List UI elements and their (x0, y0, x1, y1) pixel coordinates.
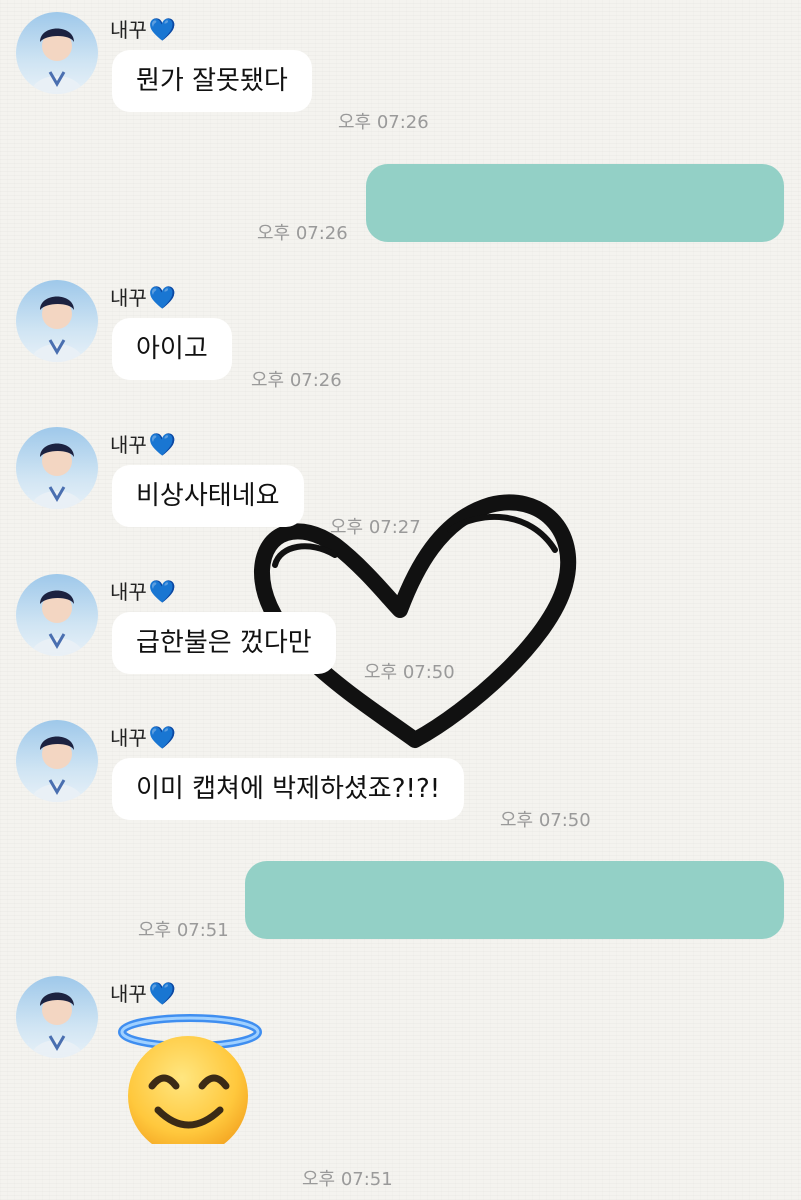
sender-name: 내꾸💙 (110, 982, 177, 1007)
blue-heart-icon: 💙 (148, 433, 177, 458)
message-bubble[interactable]: 아이고 (112, 318, 232, 380)
message-received-1: 내꾸💙 뭔가 잘못됐다 오후 07:26 (0, 0, 801, 140)
message-received-5: 내꾸💙 급한불은 껐다만 오후 07:50 (0, 562, 801, 692)
blue-heart-icon: 💙 (148, 982, 177, 1007)
avatar[interactable] (16, 427, 98, 509)
blue-heart-icon: 💙 (148, 580, 177, 605)
message-bubble[interactable]: 비상사태네요 (112, 465, 304, 527)
smiling-face-with-halo-icon[interactable] (116, 1014, 264, 1144)
sent-message-bubble[interactable] (366, 164, 784, 242)
sender-name: 내꾸💙 (110, 580, 177, 605)
message-timestamp: 오후 07:26 (338, 112, 429, 133)
message-bubble[interactable]: 이미 캡쳐에 박제하셨죠?!?! (112, 758, 465, 820)
blue-heart-icon: 💙 (148, 726, 177, 751)
avatar[interactable] (16, 574, 98, 656)
avatar[interactable] (16, 720, 98, 802)
blue-heart-icon: 💙 (148, 18, 177, 43)
message-timestamp: 오후 07:50 (500, 810, 591, 831)
avatar[interactable] (16, 280, 98, 362)
blue-heart-icon: 💙 (148, 286, 177, 311)
message-bubble[interactable]: 뭔가 잘못됐다 (112, 50, 312, 112)
avatar[interactable] (16, 12, 98, 94)
message-received-4: 내꾸💙 비상사태네요 오후 07:27 (0, 415, 801, 545)
message-received-8: 내꾸💙 오후 07:51 (0, 964, 801, 1200)
sent-message-bubble[interactable] (245, 861, 784, 939)
message-timestamp: 오후 07:26 (257, 223, 348, 244)
message-timestamp: 오후 07:50 (364, 662, 455, 683)
sender-name: 내꾸💙 (110, 18, 177, 43)
message-timestamp: 오후 07:26 (251, 370, 342, 391)
message-bubble[interactable]: 급한불은 껐다만 (112, 612, 336, 674)
message-received-6: 내꾸💙 이미 캡쳐에 박제하셨죠?!?! 오후 07:50 (0, 708, 801, 838)
message-timestamp: 오후 07:51 (138, 920, 229, 941)
sender-name: 내꾸💙 (110, 286, 177, 311)
sender-name: 내꾸💙 (110, 726, 177, 751)
message-timestamp: 오후 07:27 (330, 517, 421, 538)
avatar[interactable] (16, 976, 98, 1058)
message-received-3: 내꾸💙 아이고 오후 07:26 (0, 268, 801, 398)
message-timestamp: 오후 07:51 (302, 1169, 393, 1190)
sender-name: 내꾸💙 (110, 433, 177, 458)
